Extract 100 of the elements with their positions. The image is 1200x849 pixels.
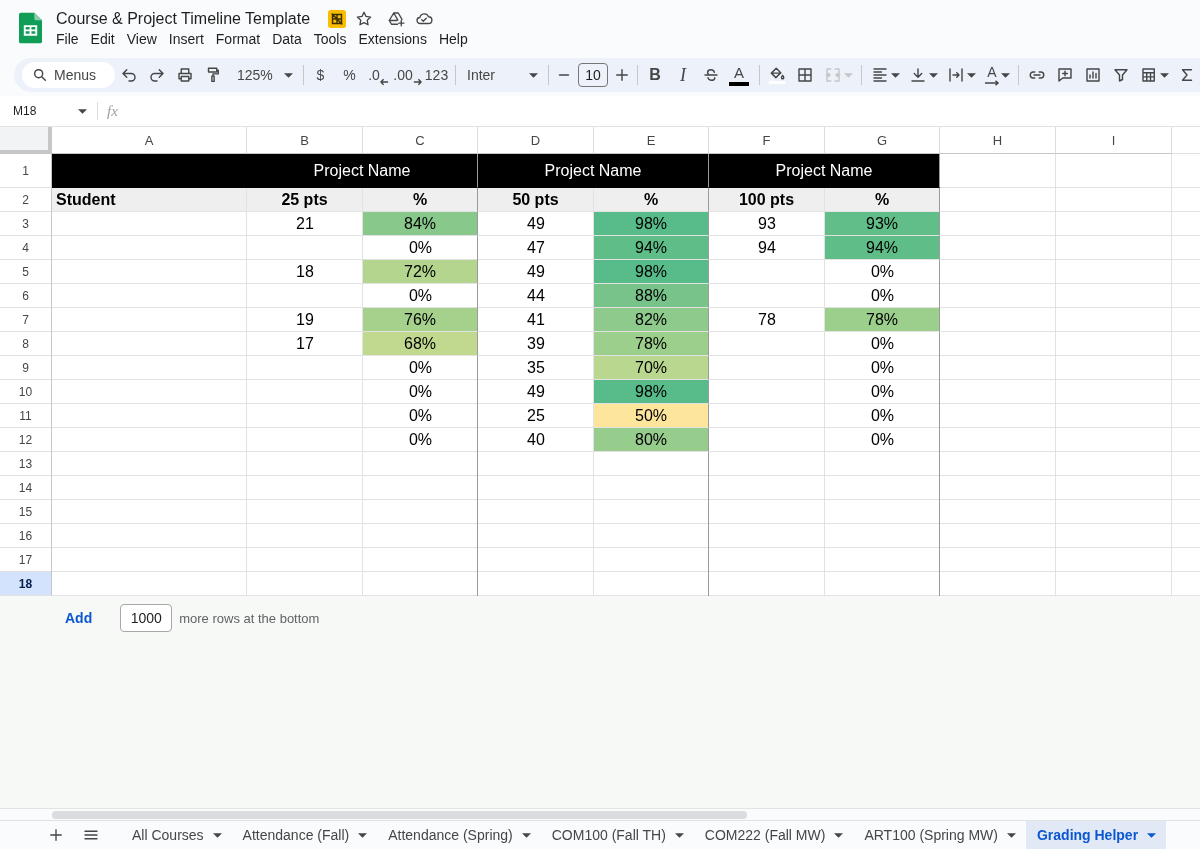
number-format-button[interactable]: .0 bbox=[364, 61, 393, 89]
table-cell: Student bbox=[52, 188, 247, 212]
menu-item[interactable]: Data bbox=[272, 29, 302, 49]
scrollbar-thumb[interactable] bbox=[52, 810, 747, 819]
undo-icon[interactable] bbox=[120, 66, 138, 84]
column-header[interactable]: B bbox=[247, 127, 363, 154]
table-cell-text: 94 bbox=[757, 238, 777, 258]
document-title[interactable]: Course & Project Timeline Template bbox=[56, 8, 311, 30]
arrow-right-icon bbox=[412, 78, 422, 86]
column-header[interactable]: A bbox=[52, 127, 247, 154]
table-grid-icon[interactable] bbox=[1140, 66, 1158, 84]
triangle-plus-icon[interactable] bbox=[387, 10, 406, 28]
menu-item[interactable]: Insert bbox=[168, 29, 204, 49]
menu-item[interactable]: File bbox=[56, 29, 79, 49]
redo-icon[interactable] bbox=[148, 66, 166, 84]
caret-icon bbox=[284, 72, 293, 78]
sheet-tab[interactable]: COM222 (Fall MW) bbox=[693, 821, 854, 849]
menu-item[interactable]: Edit bbox=[90, 29, 115, 49]
menu-item[interactable]: Help bbox=[438, 29, 468, 49]
column-header[interactable]: H bbox=[940, 127, 1056, 154]
table-cell-text: 0% bbox=[407, 430, 434, 450]
caret-icon[interactable] bbox=[1001, 72, 1010, 78]
table-cell-text: 0% bbox=[869, 406, 896, 426]
font-dropdown[interactable]: Inter bbox=[467, 67, 538, 83]
function-label: fx bbox=[107, 102, 118, 120]
number-format-button[interactable]: .00 bbox=[393, 61, 422, 89]
crossed-grid-icon[interactable] bbox=[328, 10, 347, 28]
strikethrough-icon[interactable] bbox=[702, 66, 720, 84]
zoom-dropdown[interactable]: 125% bbox=[237, 67, 293, 83]
number-format-button[interactable]: $ bbox=[306, 61, 335, 89]
caret-icon[interactable] bbox=[891, 72, 900, 78]
table-cell: 93% bbox=[825, 212, 940, 236]
borders-icon[interactable] bbox=[796, 66, 814, 84]
table-cell-text: 0% bbox=[869, 286, 896, 306]
table-cell: Project Name bbox=[478, 154, 709, 188]
sheet-tab[interactable]: All Courses bbox=[121, 821, 232, 849]
font-size-field[interactable]: 10 bbox=[578, 63, 608, 87]
column-header[interactable]: E bbox=[594, 127, 709, 154]
horizontal-scrollbar[interactable] bbox=[0, 808, 1200, 820]
table-cell-text: 0% bbox=[869, 358, 896, 378]
name-box[interactable]: M18 bbox=[13, 104, 87, 118]
sheet-tab[interactable]: ART100 (Spring MW) bbox=[853, 821, 1026, 849]
table-cell-text: 21 bbox=[295, 214, 315, 234]
fill-color-icon[interactable] bbox=[768, 66, 786, 84]
filter-icon[interactable] bbox=[1112, 66, 1130, 84]
table-cell: 68% bbox=[363, 332, 478, 356]
search-field[interactable]: Menus bbox=[22, 62, 115, 88]
number-format-button[interactable]: 123 bbox=[422, 61, 451, 89]
row-header[interactable]: 18 bbox=[0, 572, 52, 596]
align-bottom-icon[interactable] bbox=[909, 66, 927, 84]
add-comment-icon[interactable] bbox=[1056, 66, 1074, 84]
add-rows-button[interactable]: Add bbox=[65, 610, 93, 626]
caret-icon bbox=[834, 832, 844, 838]
table-cell-text: 0% bbox=[869, 262, 896, 282]
text-wrap-icon[interactable] bbox=[947, 66, 965, 84]
table-cell: 94% bbox=[825, 236, 940, 260]
chart-icon[interactable] bbox=[1084, 66, 1102, 84]
table-cell-text: 0% bbox=[407, 406, 434, 426]
sheet-tab[interactable]: Grading Helper bbox=[1025, 821, 1167, 849]
column-header[interactable]: G bbox=[825, 127, 940, 154]
caret-icon[interactable] bbox=[967, 72, 976, 78]
spreadsheet-logo-icon[interactable] bbox=[19, 12, 42, 44]
table-cell: 98% bbox=[594, 260, 709, 284]
menu-item[interactable]: Format bbox=[215, 29, 261, 49]
table-cell: % bbox=[363, 188, 478, 212]
table-cell-text: 18 bbox=[295, 262, 315, 282]
text-rotation-button[interactable]: A bbox=[980, 61, 1004, 89]
table-cell-text: 0% bbox=[407, 238, 434, 258]
number-format-button[interactable]: % bbox=[335, 61, 364, 89]
caret-icon bbox=[78, 108, 87, 114]
menu-item[interactable]: Tools bbox=[313, 29, 347, 49]
text-color-button[interactable]: A bbox=[725, 61, 753, 89]
table-cell-text: 93 bbox=[757, 214, 777, 234]
menu-item[interactable]: View bbox=[126, 29, 157, 49]
table-cell-text: 40 bbox=[526, 430, 546, 450]
table-cell-text: 44 bbox=[526, 286, 546, 306]
row-count-field[interactable]: 1000 bbox=[120, 604, 173, 632]
table-cell-text: 0% bbox=[407, 358, 434, 378]
column-header[interactable]: D bbox=[478, 127, 594, 154]
column-header[interactable]: C bbox=[363, 127, 478, 154]
sheet-tab[interactable]: Attendance (Spring) bbox=[377, 821, 541, 849]
table-cell: 84% bbox=[363, 212, 478, 236]
bold-button[interactable]: B bbox=[641, 61, 669, 89]
column-header[interactable]: F bbox=[709, 127, 825, 154]
sheet-tab[interactable]: COM100 (Fall TH) bbox=[540, 821, 694, 849]
sheet-tab[interactable]: Attendance (Fall) bbox=[231, 821, 378, 849]
column-header[interactable]: I bbox=[1056, 127, 1172, 154]
plus-icon[interactable] bbox=[613, 66, 631, 84]
caret-icon[interactable] bbox=[929, 72, 938, 78]
print-icon[interactable] bbox=[176, 66, 194, 84]
caret-icon[interactable] bbox=[1160, 72, 1169, 78]
table-cell-text: 0% bbox=[869, 382, 896, 402]
menu-item[interactable]: Extensions bbox=[358, 29, 427, 49]
table-cell-text: 49 bbox=[526, 382, 546, 402]
plus-icon[interactable] bbox=[47, 826, 65, 844]
italic-button[interactable]: I bbox=[669, 61, 697, 89]
table-cell: % bbox=[594, 188, 709, 212]
align-left-icon[interactable] bbox=[871, 66, 889, 84]
star-icon[interactable] bbox=[355, 10, 374, 28]
table-cell: 98% bbox=[594, 380, 709, 404]
